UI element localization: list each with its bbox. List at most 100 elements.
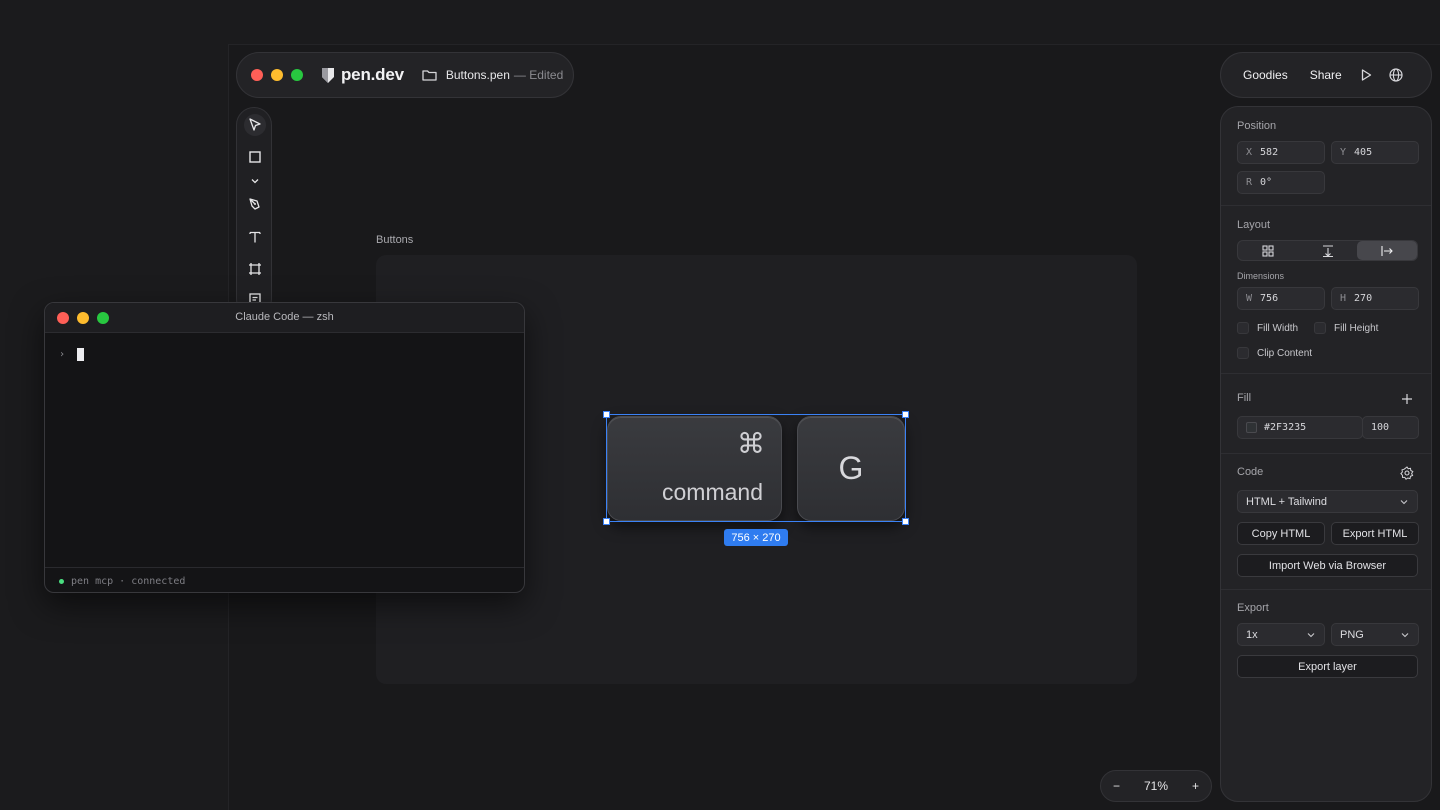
export-format-select[interactable]: PNG xyxy=(1331,623,1419,646)
fill-color-field[interactable]: #2F3235 xyxy=(1237,416,1363,439)
frame-tool[interactable] xyxy=(244,258,266,280)
checkbox xyxy=(1237,347,1249,359)
zoom-out-button[interactable]: − xyxy=(1113,779,1120,793)
text-tool[interactable] xyxy=(244,226,266,248)
fill-width-checkbox[interactable]: Fill Width xyxy=(1237,322,1298,334)
w-value: 756 xyxy=(1260,293,1279,304)
folder-icon xyxy=(422,70,437,81)
vertical-stack-icon xyxy=(1322,244,1333,257)
pen-tool[interactable] xyxy=(244,193,266,215)
export-scale-select[interactable]: 1x xyxy=(1237,623,1325,646)
zoom-in-button[interactable]: + xyxy=(1192,779,1199,793)
export-format-value: PNG xyxy=(1340,628,1364,641)
minimize-window-button[interactable] xyxy=(271,69,283,81)
fill-height-label: Fill Height xyxy=(1334,322,1379,334)
zoom-control: − 71% + xyxy=(1100,770,1212,802)
resize-handle-bottom-left[interactable] xyxy=(603,518,610,525)
layout-horizontal-option[interactable] xyxy=(1357,241,1418,260)
chevron-down-icon xyxy=(1307,632,1315,637)
dimensions-badge: 756 × 270 xyxy=(724,529,788,546)
terminal-status-bar: pen mcp · connected xyxy=(45,567,524,592)
play-icon[interactable] xyxy=(1358,67,1374,83)
x-value: 582 xyxy=(1260,147,1279,158)
pointer-icon xyxy=(249,118,261,131)
pen-tool-icon xyxy=(249,198,260,210)
w-prefix: W xyxy=(1246,293,1253,304)
resize-handle-top-right[interactable] xyxy=(902,411,909,418)
fill-height-checkbox[interactable]: Fill Height xyxy=(1314,322,1378,334)
checkbox xyxy=(1237,322,1249,334)
export-html-button[interactable]: Export HTML xyxy=(1331,522,1419,545)
layout-mode-toggle xyxy=(1237,240,1418,261)
selection-box[interactable] xyxy=(603,411,909,525)
grid-layout-icon xyxy=(1262,244,1274,257)
close-window-button[interactable] xyxy=(251,69,263,81)
fill-color-swatch[interactable] xyxy=(1246,422,1257,433)
h-value: 270 xyxy=(1354,293,1373,304)
maximize-window-button[interactable] xyxy=(291,69,303,81)
code-framework-value: HTML + Tailwind xyxy=(1246,495,1328,508)
goodies-button[interactable]: Goodies xyxy=(1243,68,1288,82)
brand-name: pen.dev xyxy=(341,65,404,84)
terminal-title-bar[interactable]: Claude Code — zsh xyxy=(45,303,524,333)
layout-label: Layout xyxy=(1237,219,1271,231)
fill-label: Fill xyxy=(1237,392,1252,404)
rotation-field[interactable]: R 0° xyxy=(1237,171,1325,194)
layout-grid-option[interactable] xyxy=(1238,241,1298,260)
export-scale-value: 1x xyxy=(1246,628,1258,641)
terminal-cursor[interactable] xyxy=(77,348,84,361)
properties-panel: Position X 582 Y 405 R 0° Layout Dimensi… xyxy=(1220,106,1432,802)
rectangle-icon xyxy=(249,151,261,163)
text-icon xyxy=(249,231,261,243)
divider xyxy=(1221,205,1431,206)
checkbox xyxy=(1314,322,1326,334)
shape-menu-toggle[interactable] xyxy=(244,170,266,192)
export-label: Export xyxy=(1237,602,1269,614)
chevron-down-icon xyxy=(1400,499,1408,504)
resize-handle-bottom-right[interactable] xyxy=(902,518,909,525)
globe-icon[interactable] xyxy=(1388,67,1404,83)
import-web-button[interactable]: Import Web via Browser xyxy=(1237,554,1418,577)
divider xyxy=(1221,373,1431,374)
y-field[interactable]: Y 405 xyxy=(1331,141,1419,164)
terminal-status: pen mcp · connected xyxy=(71,575,186,587)
divider xyxy=(1221,589,1431,590)
pen-logo-icon xyxy=(322,67,334,83)
terminal-window[interactable]: Claude Code — zsh › pen mcp · connected xyxy=(44,302,525,593)
terminal-title: Claude Code — zsh xyxy=(235,311,334,323)
file-indicator[interactable]: Buttons.pen — Edited xyxy=(422,68,563,82)
width-field[interactable]: W 756 xyxy=(1237,287,1325,310)
fill-width-label: Fill Width xyxy=(1257,322,1299,334)
frame-label[interactable]: Buttons xyxy=(376,234,413,246)
brand: pen.dev xyxy=(321,65,404,85)
rectangle-tool[interactable] xyxy=(244,146,266,168)
file-name: Buttons.pen xyxy=(445,68,510,82)
share-button[interactable]: Share xyxy=(1310,68,1342,82)
y-prefix: Y xyxy=(1340,147,1347,158)
clip-content-label: Clip Content xyxy=(1257,347,1313,359)
frame-icon xyxy=(249,263,261,275)
top-actions: Goodies Share xyxy=(1220,52,1432,98)
title-bar: pen.dev Buttons.pen — Edited xyxy=(236,52,574,98)
height-field[interactable]: H 270 xyxy=(1331,287,1419,310)
clip-content-checkbox[interactable]: Clip Content xyxy=(1237,347,1312,359)
zoom-level[interactable]: 71% xyxy=(1144,779,1168,793)
add-fill-icon[interactable] xyxy=(1401,393,1413,405)
copy-html-button[interactable]: Copy HTML xyxy=(1237,522,1325,545)
resize-handle-top-left[interactable] xyxy=(603,411,610,418)
layout-vertical-option[interactable] xyxy=(1298,241,1358,260)
fill-opacity-field[interactable]: 100 xyxy=(1362,416,1419,439)
chevron-down-icon xyxy=(1401,632,1409,637)
export-layer-button[interactable]: Export layer xyxy=(1237,655,1418,678)
chevron-down-icon xyxy=(251,179,259,184)
x-field[interactable]: X 582 xyxy=(1237,141,1325,164)
divider xyxy=(1221,453,1431,454)
pointer-tool[interactable] xyxy=(244,114,266,136)
settings-gear-icon[interactable] xyxy=(1400,466,1414,480)
tool-rail xyxy=(236,107,272,317)
connection-status-dot xyxy=(59,578,64,584)
terminal-prompt: › xyxy=(59,349,66,360)
code-framework-select[interactable]: HTML + Tailwind xyxy=(1237,490,1418,513)
position-label: Position xyxy=(1237,120,1277,132)
x-prefix: X xyxy=(1246,147,1253,158)
